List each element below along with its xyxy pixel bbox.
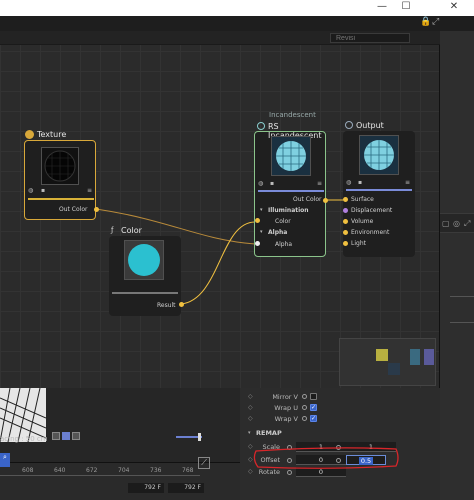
highlight-annotation	[253, 447, 399, 469]
red-highlight-outline	[253, 447, 399, 469]
